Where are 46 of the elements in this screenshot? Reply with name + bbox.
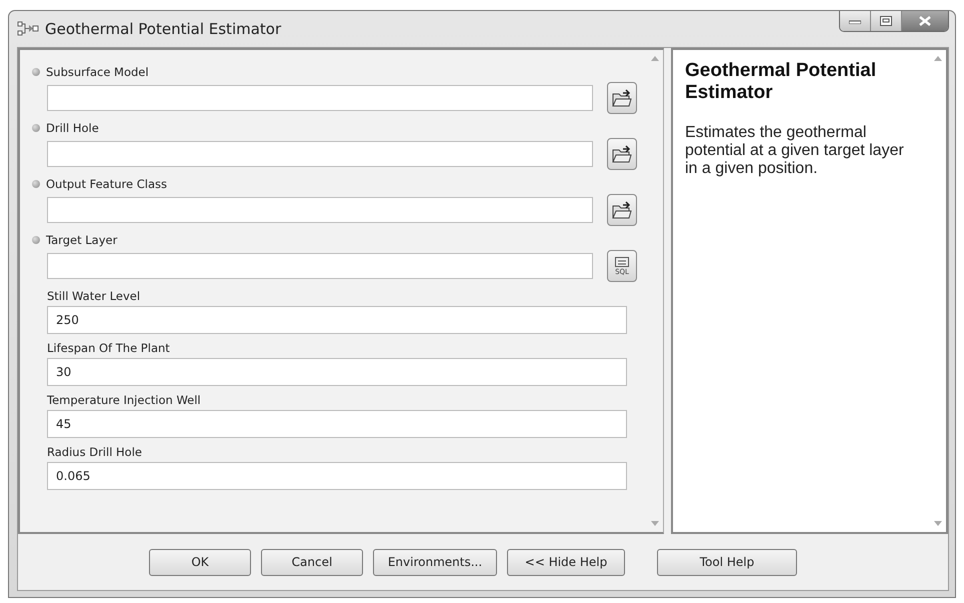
parameter-label: Drill Hole	[46, 121, 99, 135]
folder-icon	[612, 145, 632, 163]
folder-icon	[612, 201, 632, 219]
maximize-icon	[880, 16, 892, 26]
dialog-button[interactable]: << Hide Help	[507, 548, 625, 576]
parameter-label: Still Water Level	[47, 289, 140, 303]
parameter-label: Radius Drill Hole	[47, 445, 142, 459]
required-dot-icon	[32, 180, 40, 188]
required-dot-icon	[32, 236, 40, 244]
list-icon	[615, 256, 629, 266]
text-field[interactable]	[47, 85, 593, 111]
text-field[interactable]: 30	[47, 358, 627, 386]
dialog-button[interactable]: Tool Help	[657, 548, 797, 576]
parameter-label: Lifespan Of The Plant	[47, 341, 170, 355]
close-icon	[919, 16, 931, 26]
parameter-label: Subsurface Model	[46, 65, 149, 79]
dialog-button[interactable]: Environments...	[373, 548, 497, 576]
required-dot-icon	[32, 124, 40, 132]
model-icon	[17, 21, 39, 37]
parameter-label: Temperature Injection Well	[47, 393, 201, 407]
browse-button[interactable]	[607, 138, 637, 170]
close-button[interactable]	[902, 11, 948, 31]
browse-button[interactable]	[607, 194, 637, 226]
minimize-icon	[849, 18, 861, 24]
text-field[interactable]	[47, 197, 593, 223]
scroll-down-icon[interactable]	[934, 521, 942, 526]
maximize-button[interactable]	[871, 11, 902, 31]
parameter-label: Output Feature Class	[46, 177, 167, 191]
window-title: Geothermal Potential Estimator	[45, 20, 282, 38]
scroll-down-icon[interactable]	[651, 521, 659, 526]
parameter-label: Target Layer	[46, 233, 118, 247]
minimize-button[interactable]	[840, 11, 871, 31]
text-field[interactable]: 0.065	[47, 462, 627, 490]
dialog-button[interactable]: OK	[149, 548, 251, 576]
dialog-button[interactable]: Cancel	[261, 548, 363, 576]
required-dot-icon	[32, 68, 40, 76]
browse-button[interactable]	[607, 82, 637, 114]
help-title: Geothermal Potential Estimator	[685, 60, 878, 104]
scroll-up-icon[interactable]	[651, 56, 659, 61]
text-field[interactable]: 45	[47, 410, 627, 438]
text-field[interactable]	[47, 253, 593, 279]
scroll-up-icon[interactable]	[934, 56, 942, 61]
text-field[interactable]	[47, 141, 593, 167]
help-text: Estimates the geothermal potential at a given target layer in a given position.	[685, 124, 905, 178]
text-field[interactable]: 250	[47, 306, 627, 334]
folder-icon	[612, 89, 632, 107]
